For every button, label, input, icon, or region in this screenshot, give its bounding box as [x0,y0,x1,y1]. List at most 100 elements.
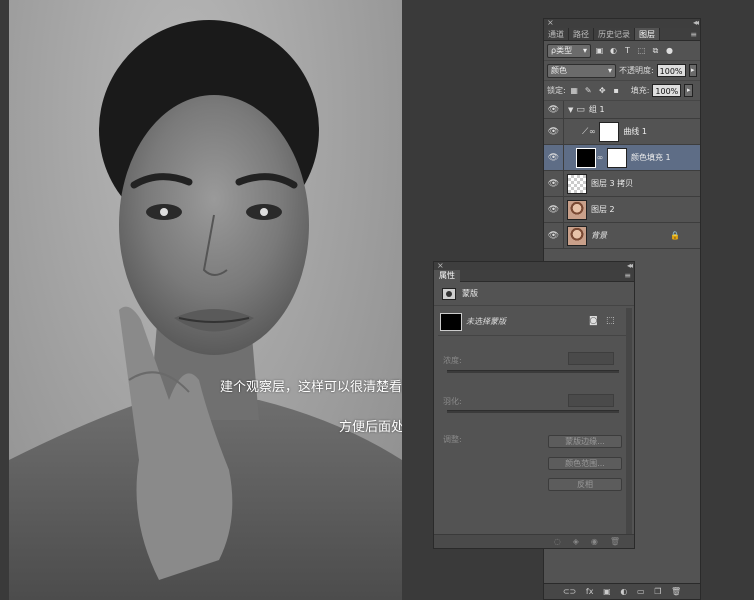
chevron-down-icon: ▾ [607,65,612,75]
layer-name: 背景 [591,231,607,240]
layer-row-background[interactable]: 👁 背景 🔒 [544,223,700,249]
tab-channels[interactable]: 通道 [544,28,569,40]
blend-mode-select[interactable]: 颜色 ▾ [547,63,616,78]
opacity-label: 不透明度: [618,66,654,75]
apply-mask-icon[interactable]: ◈ [573,537,579,546]
add-vector-mask-icon[interactable]: ⬚ [606,316,615,326]
filter-type-label: ρ类型 [551,45,573,55]
blend-row: 颜色 ▾ 不透明度: 100% ▸ [544,61,700,81]
fill-input[interactable]: 100% [652,84,682,97]
panel-tabs: 通道 路径 历史记录 图层 ≡ [544,28,700,41]
density-input[interactable] [568,352,614,365]
layer-thumbnail [567,225,587,246]
opacity-input[interactable]: 100% [656,64,686,77]
shape-filter-icon[interactable]: ⬚ [636,45,647,56]
caption-line-2: 方便后面处理 [339,420,402,435]
canvas-image[interactable]: 建个观察层，这样可以很清楚看到皮肤脏的程度 方便后面处理 [9,0,402,600]
properties-body: 未选择蒙版 ◙ ⬚ 浓度: 羽化: 调整: 蒙版边缘... 颜色范围... 反相 [438,308,626,534]
eye-icon[interactable]: 👁 [544,171,564,196]
properties-panel: × ◂◂ 属性 ≡ 蒙版 未选择蒙版 ◙ ⬚ 浓度: 羽化: 调整: 蒙版边缘.… [433,261,635,549]
load-selection-icon[interactable]: ◌ [554,537,561,546]
eye-icon[interactable]: 👁 [544,101,564,118]
eye-icon[interactable]: 👁 [544,223,564,248]
link-chain-icon: ∞ [596,153,604,162]
layer-name: 组 1 [588,105,605,114]
feather-slider[interactable] [447,410,619,413]
properties-scrollbar[interactable] [626,308,632,534]
eye-icon[interactable]: 👁 [544,145,564,170]
filter-type-select[interactable]: ρ类型 ▾ [547,43,591,58]
lock-move-icon[interactable]: ✥ [597,85,608,96]
add-mask-icon[interactable]: ▣ [603,587,611,596]
pixel-filter-icon[interactable]: ▣ [594,45,605,56]
close-icon[interactable]: × [437,261,444,270]
portrait-photo [9,20,402,600]
filter-toggle-icon[interactable]: ● [664,45,675,56]
feather-label: 羽化: [443,397,462,406]
layer-name: 图层 3 拷贝 [591,179,634,188]
disclosure-triangle-icon[interactable]: ▼ [568,106,573,114]
tab-history[interactable]: 历史记录 [594,28,635,40]
link-chain-icon: ∞ [588,127,596,136]
layer-name: 图层 2 [591,205,615,214]
density-slider[interactable] [447,370,619,373]
layer-row-curves[interactable]: 👁 ⟋ ∞ 曲线 1 [544,119,700,145]
blend-mode-label: 颜色 [551,65,567,75]
visibility-toggle-icon[interactable]: ◉ [591,537,598,546]
opacity-dropdown-icon[interactable]: ▸ [688,64,697,77]
layer-row-layer3-copy[interactable]: 👁 图层 3 拷贝 [544,171,700,197]
invert-button[interactable]: 反相 [548,478,622,491]
section-title: 蒙版 [462,289,478,298]
trash-icon[interactable]: 🗑 [610,537,620,546]
color-range-button[interactable]: 颜色范围... [548,457,622,470]
mask-thumbnail [440,312,462,331]
layers-footer: ⊂⊃ fx ▣ ◐ ▭ ❐ 🗑 [544,583,700,599]
layer-row-color-fill[interactable]: 👁 ∞ 颜色填充 1 [544,145,700,171]
mask-status-text: 未选择蒙版 [466,317,506,326]
collapse-icon[interactable]: ◂◂ [627,261,633,270]
layer-name: 颜色填充 1 [631,153,671,162]
layer-mask-icon [442,287,456,300]
smart-object-filter-icon[interactable]: ⧉ [650,45,661,56]
tab-properties[interactable]: 属性 [434,269,460,282]
type-filter-icon[interactable]: T [622,45,633,56]
panel-menu-icon[interactable]: ≡ [624,271,634,280]
layer-row-group[interactable]: 👁 ▼ ▭ 组 1 [544,101,700,119]
layer-row-layer2[interactable]: 👁 图层 2 [544,197,700,223]
eye-icon[interactable]: 👁 [544,119,564,144]
layer-thumbnail [567,173,587,194]
fill-color-thumbnail[interactable] [576,147,596,168]
link-icon[interactable]: ⊂⊃ [563,587,576,596]
mask-thumbnail[interactable] [607,147,627,168]
chevron-down-icon: ▾ [582,45,587,55]
tab-paths[interactable]: 路径 [569,28,594,40]
collapse-icon[interactable]: ◂◂ [693,18,699,27]
lock-label: 锁定: [547,86,566,95]
layer-thumbnail [567,199,587,220]
density-label: 浓度: [443,356,462,365]
feather-input[interactable] [568,394,614,407]
fx-icon[interactable]: fx [586,587,594,596]
fill-dropdown-icon[interactable]: ▸ [684,84,694,97]
lock-icon: 🔒 [670,231,680,240]
close-icon[interactable]: × [547,18,554,27]
mask-status-row: 未选择蒙版 [438,308,626,336]
panel-menu-icon[interactable]: ≡ [690,28,700,40]
lock-transparent-icon[interactable]: ▦ [569,85,580,96]
eye-icon[interactable]: 👁 [544,197,564,222]
lock-all-icon[interactable]: ▪ [611,85,622,96]
new-group-icon[interactable]: ▭ [637,587,645,596]
folder-icon: ▭ [576,104,585,115]
properties-section-header: 蒙版 [434,282,634,306]
trash-icon[interactable]: 🗑 [671,587,681,596]
adjustment-layer-icon[interactable]: ◐ [620,587,627,596]
mask-edge-button[interactable]: 蒙版边缘... [548,435,622,448]
layer-name: 曲线 1 [623,127,647,136]
new-layer-icon[interactable]: ❐ [654,587,661,596]
lock-paint-icon[interactable]: ✎ [583,85,594,96]
tab-layers[interactable]: 图层 [635,28,660,40]
properties-tab-bar: 属性 ≡ [434,269,634,282]
adjustment-filter-icon[interactable]: ◐ [608,45,619,56]
add-pixel-mask-icon[interactable]: ◙ [589,316,598,326]
mask-thumbnail[interactable] [599,121,620,142]
